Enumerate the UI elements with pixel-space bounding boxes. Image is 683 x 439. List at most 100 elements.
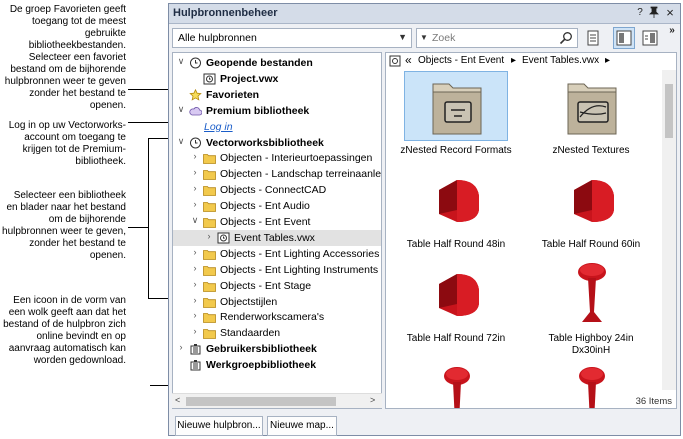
folder-icon xyxy=(203,311,216,324)
item-count: 36 Items xyxy=(635,396,672,407)
tree-item[interactable]: Log in xyxy=(173,119,381,135)
resource-caption: Table Half Round 48in xyxy=(406,239,506,250)
new-folder-button[interactable]: Nieuwe map... xyxy=(267,416,337,436)
close-button[interactable]: × xyxy=(663,6,677,20)
tree-item-label[interactable]: Log in xyxy=(204,121,233,133)
chevron-right-icon[interactable]: › xyxy=(190,151,200,161)
tree-item[interactable]: › Objects - Ent Lighting Accessories xyxy=(173,246,381,262)
resource-item[interactable]: Table Half Round 60in xyxy=(531,165,651,255)
tree-horizontal-scrollbar[interactable]: < > xyxy=(172,393,382,408)
resource-item[interactable] xyxy=(531,353,651,408)
tree-item-label: Vectorworksbibliotheek xyxy=(206,136,324,149)
scroll-right-icon[interactable]: > xyxy=(370,395,375,405)
search-icon[interactable] xyxy=(559,31,573,45)
tree-item[interactable]: › Gebruikersbibliotheek xyxy=(173,341,381,357)
chevron-down-icon: ▼ xyxy=(398,32,407,42)
chevron-right-icon[interactable]: › xyxy=(176,342,186,352)
tree-item[interactable]: › Objects - Ent Lighting Instruments xyxy=(173,262,381,278)
chevron-right-icon[interactable]: › xyxy=(190,326,200,336)
folder-icon xyxy=(203,168,216,181)
tree-item-label: Objecten - Landschap terreinaanleg xyxy=(220,168,382,181)
resource-item[interactable] xyxy=(396,353,516,408)
tree-item[interactable]: ∨ Geopende bestanden xyxy=(173,55,381,71)
help-button[interactable]: ? xyxy=(633,6,647,20)
chevron-right-icon[interactable]: › xyxy=(190,167,200,177)
tree-item[interactable]: ∨ Objects - Ent Event xyxy=(173,214,381,230)
tree-item[interactable]: Werkgroepbibliotheek xyxy=(173,357,381,373)
chevron-right-icon[interactable]: › xyxy=(190,279,200,289)
resource-caption: zNested Textures xyxy=(552,145,630,156)
tree-item-label: Gebruikersbibliotheek xyxy=(206,343,317,356)
resource-caption: zNested Record Formats xyxy=(400,145,512,156)
title-bar: Hulpbronnenbeheer ? × xyxy=(169,4,680,24)
tree-item-label: Project.vwx xyxy=(220,72,279,85)
chevron-right-icon[interactable]: › xyxy=(190,247,200,257)
tree-item[interactable]: › Objects - Ent Stage xyxy=(173,278,381,294)
tree-item[interactable]: › Objectstijlen xyxy=(173,294,381,310)
tree-item[interactable]: › Objecten - Landschap terreinaanleg xyxy=(173,166,382,182)
resource-item[interactable]: zNested Record Formats xyxy=(396,71,516,161)
new-resource-button[interactable]: Nieuwe hulpbron... xyxy=(175,416,263,436)
detail-pane-icon xyxy=(642,30,658,46)
chevron-right-icon[interactable]: › xyxy=(190,263,200,273)
chevron-right-icon[interactable]: › xyxy=(190,310,200,320)
search-input[interactable] xyxy=(432,31,552,45)
resource-thumbnail xyxy=(404,165,508,235)
tree-item[interactable]: ∨ Vectorworksbibliotheek xyxy=(173,135,381,151)
window-title: Hulpbronnenbeheer xyxy=(173,7,278,19)
resource-thumbnail xyxy=(539,259,643,329)
tree-item-label: Objects - Ent Event xyxy=(220,216,311,228)
cloud-icon xyxy=(189,105,203,117)
scroll-left-icon[interactable]: < xyxy=(175,395,180,405)
folder-icon xyxy=(203,280,216,292)
tree-item-label: Objects - Ent Stage xyxy=(220,279,312,292)
scrollbar-thumb[interactable] xyxy=(665,84,673,138)
resource-item[interactable]: Table Half Round 48in xyxy=(396,165,516,255)
callout-favorites: De groep Favorieten geeft toegang tot de… xyxy=(4,4,126,111)
search-options-icon[interactable]: ▼ xyxy=(420,33,428,42)
split-pane-icon xyxy=(616,30,632,46)
library-tree: ∨ Geopende bestanden Project.vwx Favorieten… xyxy=(172,52,382,409)
breadcrumb-item[interactable]: Event Tables.vwx xyxy=(522,55,599,66)
resource-thumbnail xyxy=(539,353,643,408)
folder-icon xyxy=(203,296,216,308)
list-view-button[interactable] xyxy=(582,27,604,49)
tree-item[interactable]: Project.vwx xyxy=(173,71,381,87)
resource-item[interactable]: Table Highboy 24in Dx30inH xyxy=(531,259,651,356)
tree-item-label: Werkgroepbibliotheek xyxy=(206,359,317,372)
tree-item[interactable]: › Objects - Ent Audio xyxy=(173,198,381,214)
tree-item[interactable]: › Objecten - Interieurtoepassingen xyxy=(173,150,381,166)
folder-icon xyxy=(203,248,216,260)
scrollbar-thumb[interactable] xyxy=(186,397,336,406)
resource-item[interactable]: zNested Textures xyxy=(531,71,651,161)
tree-item[interactable]: › Objects - ConnectCAD xyxy=(173,182,381,198)
tree-item[interactable]: › Event Tables.vwx xyxy=(173,229,381,246)
tree-item[interactable]: ∨ Premium bibliotheek xyxy=(173,103,381,119)
resource-thumbnail xyxy=(539,71,643,141)
dock-button[interactable] xyxy=(647,6,661,20)
filter-dropdown[interactable]: Alle hulpbronnen ▼ xyxy=(172,28,412,48)
tree-item-label: Objects - Ent Lighting Accessories xyxy=(220,247,380,260)
tree-item[interactable]: › Standaarden xyxy=(173,325,381,341)
split-view-button[interactable] xyxy=(613,27,635,49)
chevron-right-icon[interactable]: › xyxy=(190,199,200,209)
tree-item-label: Renderworkscamera's xyxy=(220,311,325,324)
breadcrumb-item[interactable]: Objects - Ent Event xyxy=(418,55,504,66)
tree-item[interactable]: › Renderworkscamera's xyxy=(173,309,381,325)
chevron-down-icon[interactable]: ∨ xyxy=(176,104,186,115)
chevron-down-icon[interactable]: ∨ xyxy=(176,56,186,67)
resource-vertical-scrollbar[interactable] xyxy=(662,70,676,390)
chevron-down-icon[interactable]: ∨ xyxy=(190,215,200,226)
vwx-file-icon xyxy=(217,232,230,244)
resource-item[interactable]: Table Half Round 72in xyxy=(396,259,516,349)
detail-view-button[interactable] xyxy=(639,27,661,49)
back-button[interactable]: « xyxy=(405,53,412,67)
chevron-right-icon[interactable]: › xyxy=(204,231,214,241)
chevron-right-icon[interactable]: › xyxy=(190,295,200,305)
expand-button[interactable]: » xyxy=(665,24,679,38)
chevron-down-icon[interactable]: ∨ xyxy=(176,136,186,147)
chevron-right-icon[interactable]: › xyxy=(190,183,200,193)
search-box[interactable]: ▼ xyxy=(416,28,578,48)
tree-item[interactable]: Favorieten xyxy=(173,87,381,103)
tree-item-label: Premium bibliotheek xyxy=(206,104,310,117)
